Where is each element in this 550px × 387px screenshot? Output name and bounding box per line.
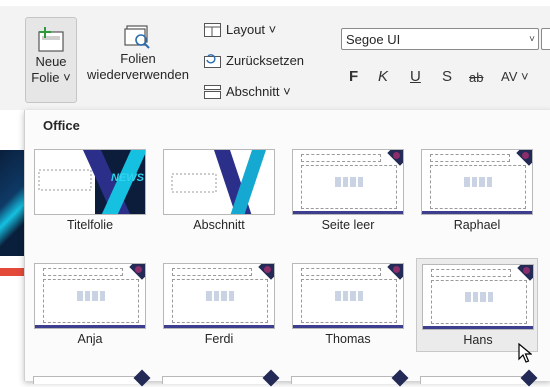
layout-tile-titelfolie[interactable]: NEWS Titelfolie <box>29 144 151 238</box>
gallery-group-title: Office <box>43 118 80 133</box>
character-spacing-button[interactable]: AV ˅ <box>501 69 529 84</box>
news-text: NEWS <box>111 172 144 184</box>
title-placeholder <box>430 154 510 162</box>
title-placeholder <box>431 269 511 277</box>
layout-thumbnail <box>292 149 404 215</box>
title-placeholder <box>301 154 381 162</box>
layout-label: Anja <box>77 332 103 346</box>
layout-tile-hans[interactable]: Hans <box>416 258 538 352</box>
layout-tile-partial[interactable] <box>291 369 409 387</box>
shadow-button[interactable]: S <box>442 68 452 85</box>
new-slide-label-1: Neue <box>35 54 67 69</box>
layout-tile-seite-leer[interactable]: Seite leer <box>287 144 409 238</box>
bold-button[interactable]: F <box>349 68 358 85</box>
accent-bar <box>293 211 403 214</box>
layout-tile-abschnitt[interactable]: Abschnitt <box>158 144 280 238</box>
title-placeholder <box>43 268 123 276</box>
layout-tile-anja[interactable]: Anja <box>29 258 151 352</box>
reuse-slides-button[interactable]: Folien wiederverwenden <box>80 17 196 101</box>
content-placeholder <box>301 279 397 323</box>
slide-pane <box>0 110 24 381</box>
placeholder-icons <box>335 177 363 187</box>
accent-bar <box>35 325 145 328</box>
layout-thumbnail <box>422 264 534 330</box>
section-button[interactable]: Abschnitt ˅ <box>204 84 291 99</box>
layout-thumbnail <box>163 263 275 329</box>
corner-dot <box>393 266 400 273</box>
slide-thumbnail-accent <box>0 268 24 276</box>
accent-bar <box>422 211 532 214</box>
layout-tile-raphael[interactable]: Raphael <box>416 144 538 238</box>
title-placeholder <box>172 268 252 276</box>
chevron-down-icon[interactable]: ˅ <box>529 29 535 51</box>
slide-thumbnail[interactable] <box>0 150 24 256</box>
corner-dot <box>522 152 529 159</box>
accent-bar <box>164 325 274 328</box>
content-placeholder <box>43 279 139 323</box>
font-name-value: Segoe UI <box>346 32 401 47</box>
layout-button[interactable]: Layout ˅ <box>204 22 276 37</box>
placeholder-icons <box>464 177 492 187</box>
layout-gallery: Office NEWS Titelfolie Abschnitt Seite l… <box>24 110 550 381</box>
section-graphic <box>171 150 266 214</box>
layout-tile-thomas[interactable]: Thomas <box>287 258 409 352</box>
placeholder-icons <box>465 292 493 302</box>
layout-tile-partial[interactable] <box>162 369 280 387</box>
layout-tile-partial[interactable] <box>33 369 151 387</box>
layout-thumbnail <box>292 263 404 329</box>
reuse-slides-label-2: wiederverwenden <box>87 67 189 82</box>
content-placeholder <box>301 165 397 209</box>
layout-label: Titelfolie <box>66 218 114 232</box>
corner-dot <box>393 152 400 159</box>
accent-bar <box>423 326 533 329</box>
ribbon-top-edge <box>0 0 550 6</box>
mouse-pointer-icon <box>518 343 532 363</box>
corner-dot <box>523 267 530 274</box>
italic-button[interactable]: K <box>378 68 388 85</box>
layout-label: Abschnitt <box>193 218 245 232</box>
layout-thumbnail <box>163 149 275 215</box>
layout-label: Layout ˅ <box>226 22 277 37</box>
accent-bar <box>293 325 403 328</box>
reset-button[interactable]: Zurücksetzen <box>204 53 304 68</box>
new-slide-label-2: Folie ˅ <box>31 70 71 85</box>
underline-button[interactable]: U <box>410 68 421 85</box>
layout-tile-partial[interactable] <box>420 369 538 387</box>
reset-icon <box>204 53 221 68</box>
layout-label: Seite leer <box>321 218 375 232</box>
title-placeholder <box>301 268 381 276</box>
layout-label: Thomas <box>325 332 371 346</box>
layout-label: Ferdi <box>204 332 234 346</box>
layout-thumbnail: NEWS <box>34 149 146 215</box>
layout-icon <box>204 22 221 37</box>
corner-dot <box>135 266 142 273</box>
section-label: Abschnitt ˅ <box>226 84 291 99</box>
layout-thumbnail <box>421 149 533 215</box>
strikethrough-button[interactable]: ab <box>469 70 483 85</box>
reset-label: Zurücksetzen <box>226 53 305 68</box>
reuse-slides-label-1: Folien <box>120 51 156 66</box>
new-slide-icon <box>38 27 64 52</box>
font-size-combobox[interactable] <box>541 28 550 50</box>
placeholder-icons <box>206 291 234 301</box>
content-placeholder <box>431 280 527 324</box>
corner-dot <box>264 266 271 273</box>
section-icon <box>204 84 221 99</box>
placeholder-icons <box>335 291 363 301</box>
content-placeholder <box>430 165 526 209</box>
reuse-slides-icon <box>124 25 150 49</box>
ribbon: Neue Folie ˅ Folien wiederverwenden Layo… <box>0 0 550 110</box>
content-placeholder <box>172 279 268 323</box>
layout-tile-ferdi[interactable]: Ferdi <box>158 258 280 352</box>
layout-thumbnail <box>34 263 146 329</box>
placeholder-icons <box>77 291 105 301</box>
font-name-combobox[interactable]: Segoe UI ˅ <box>341 28 539 50</box>
new-slide-button[interactable]: Neue Folie ˅ <box>25 17 77 103</box>
layout-label: Raphael <box>453 218 501 232</box>
